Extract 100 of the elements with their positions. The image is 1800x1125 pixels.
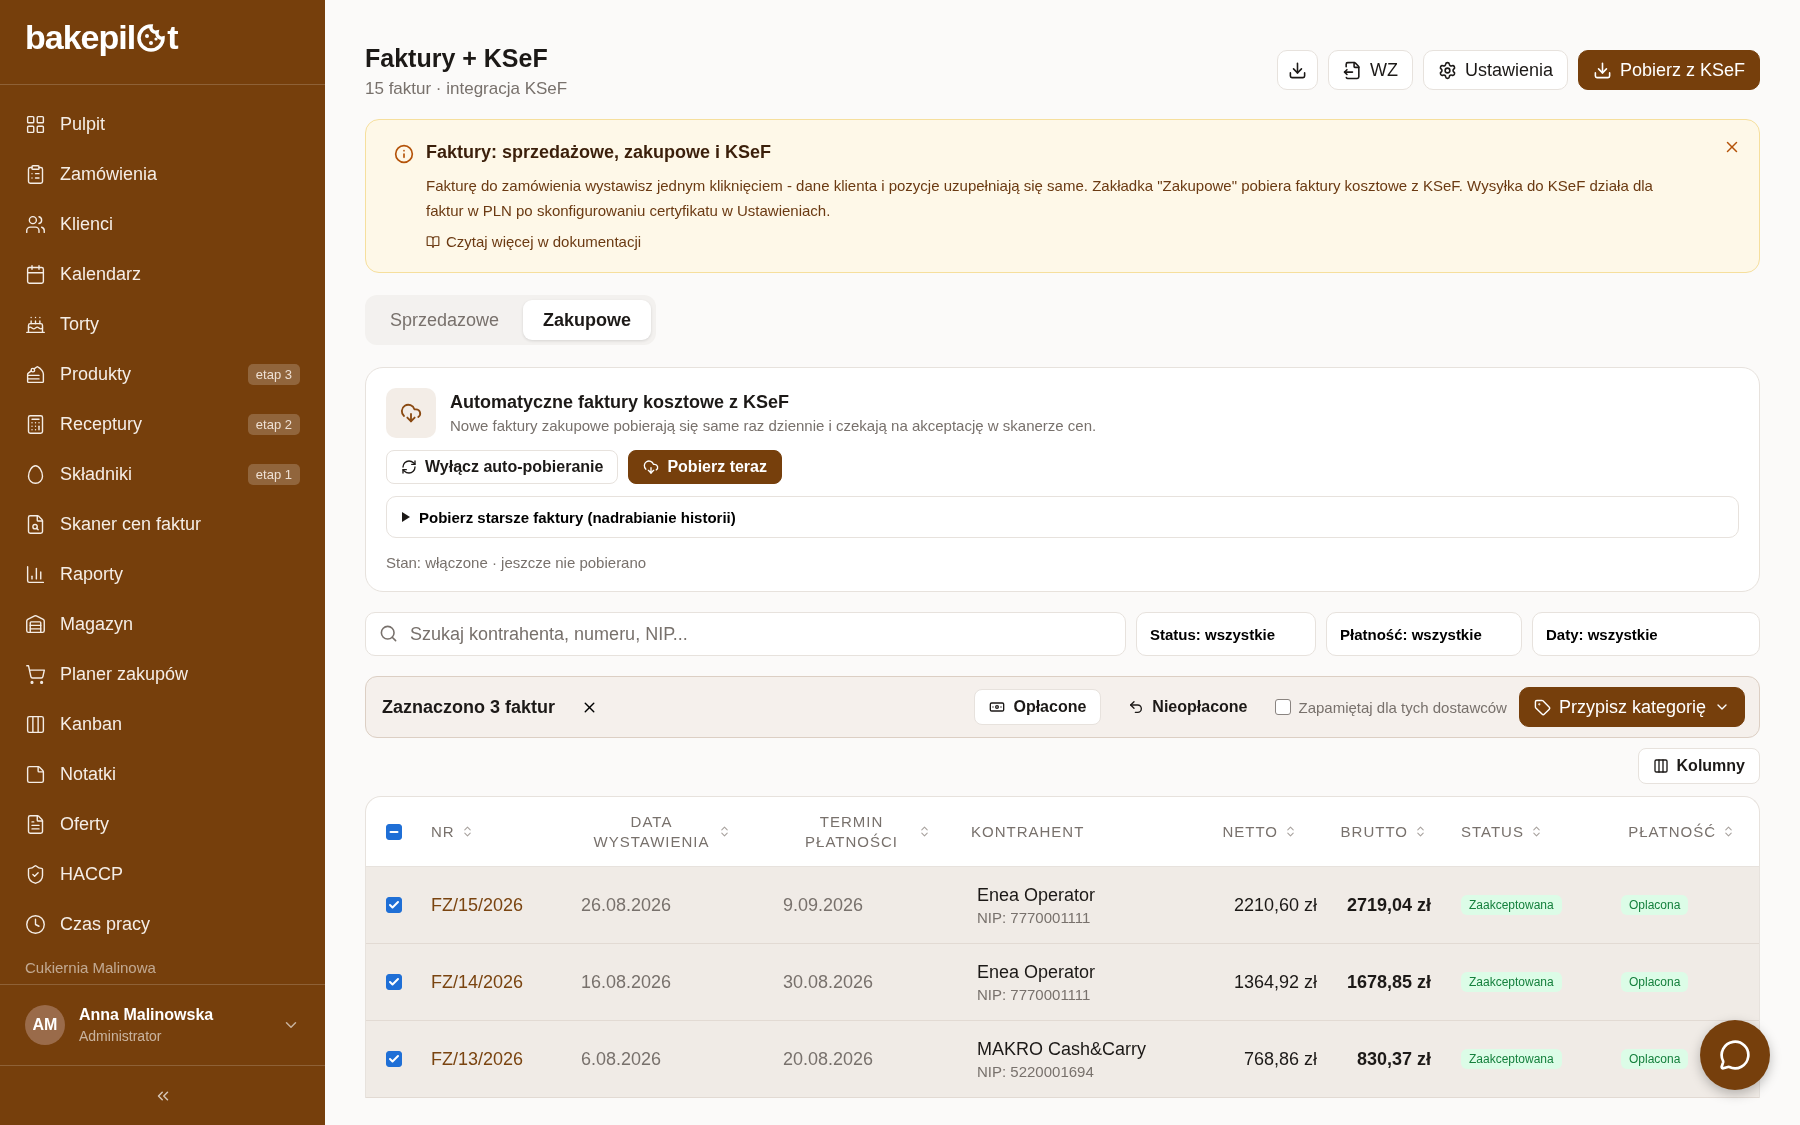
- logo-text: bakepil: [25, 18, 136, 57]
- banner-title: Faktury: sprzedażowe, zakupowe i KSeF: [426, 142, 773, 163]
- column-header: NR: [431, 821, 455, 842]
- invoice-number-link[interactable]: FZ/13/2026: [431, 1048, 524, 1070]
- document-icon: [25, 813, 46, 835]
- sidebar-item[interactable]: Planer zakupów: [0, 649, 325, 699]
- settings-icon: [1437, 60, 1457, 80]
- sidebar-item[interactable]: Kanban: [0, 699, 325, 749]
- sidebar-item[interactable]: HACCP: [0, 849, 325, 899]
- undo-icon: [1128, 699, 1145, 715]
- status-text: Stan: włączone · jeszcze nie pobierano: [386, 554, 648, 571]
- sidebar-item[interactable]: Notatki: [0, 749, 325, 799]
- row-checkbox[interactable]: [385, 1051, 402, 1067]
- sidebar-item[interactable]: Raporty: [0, 549, 325, 599]
- remember-label: Zapamiętaj dla tych dostawców: [1298, 698, 1507, 716]
- fetch-now-button[interactable]: Pobierz teraz: [628, 450, 782, 484]
- egg-icon: [25, 463, 46, 485]
- invoice-number-link[interactable]: FZ/14/2026: [431, 971, 524, 993]
- cart-icon: [25, 663, 46, 685]
- sidebar-item[interactable]: Skaner cen faktur: [0, 499, 325, 549]
- check-icon: [387, 976, 400, 988]
- sort-icon[interactable]: [1284, 825, 1297, 838]
- table-row[interactable]: FZ/13/2026 6.08.2026 20.08.2026 MAKRO Cash&Carry NIP: 5220001694 768,86 zł 830,37 zł Zaakceptowana Oplacona: [366, 1021, 1759, 1098]
- mark-unpaid-button[interactable]: Nieopłacone: [1113, 689, 1263, 725]
- select-all-checkbox[interactable]: [385, 823, 402, 840]
- cloud-download-icon: [643, 459, 660, 475]
- columns-button[interactable]: Kolumny: [1637, 748, 1760, 784]
- sidebar-item[interactable]: Składniki etap 1: [0, 449, 325, 499]
- remember-checkbox[interactable]: [1274, 699, 1291, 715]
- wz-button[interactable]: WZ: [1327, 50, 1413, 90]
- sidebar-item[interactable]: Receptury etap 2: [0, 399, 325, 449]
- calendar-icon: [25, 263, 46, 285]
- sort-icon[interactable]: [1414, 825, 1427, 838]
- triangle-icon: [401, 512, 411, 522]
- sidebar-item[interactable]: Pulpit: [0, 99, 325, 149]
- table-cell: 2719,04 zł: [1346, 894, 1431, 916]
- history-disclosure[interactable]: Pobierz starsze faktury (nadrabianie historii): [386, 496, 1739, 538]
- status-badge: Zaakceptowana: [1461, 972, 1562, 992]
- mark-paid-button[interactable]: Opłacone: [974, 689, 1102, 725]
- assign-category-button[interactable]: Przypisz kategorię: [1518, 687, 1745, 727]
- sidebar-item[interactable]: Produkty etap 3: [0, 349, 325, 399]
- row-checkbox[interactable]: [385, 974, 402, 990]
- user-role: Administrator: [79, 1028, 163, 1044]
- tab[interactable]: Sprzedazowe: [370, 300, 520, 340]
- filter-dropdown[interactable]: Daty: wszystkie: [1532, 612, 1760, 656]
- book-icon: [426, 234, 440, 249]
- payment-badge: Oplacona: [1621, 972, 1689, 992]
- card-description: Nowe faktury zakupowe pobierają się same raz dziennie i czekają na akceptację w skanerze cen.: [450, 417, 1097, 434]
- cookie-icon: [136, 22, 167, 53]
- card-title: Automatyczne faktury kosztowe z KSeF: [450, 392, 791, 413]
- clock-icon: [25, 913, 46, 935]
- sidebar-item[interactable]: Torty: [0, 299, 325, 349]
- contractor-nip: NIP: 7770001111: [977, 985, 1091, 1003]
- row-checkbox[interactable]: [385, 897, 402, 913]
- shield-check-icon: [25, 863, 46, 885]
- file-search-icon: [25, 513, 46, 535]
- banknote-icon: [989, 699, 1006, 715]
- filter-dropdown[interactable]: Status: wszystkie: [1136, 612, 1316, 656]
- stage-badge: etap 3: [247, 363, 300, 385]
- page-subtitle: 15 faktur · integracja KSeF: [365, 79, 568, 99]
- calculator-icon: [25, 413, 46, 435]
- filter-dropdown[interactable]: Płatność: wszystkie: [1326, 612, 1522, 656]
- disable-auto-fetch-button[interactable]: Wyłącz auto-pobieranie: [386, 450, 619, 484]
- payment-badge: Oplacona: [1621, 1049, 1689, 1069]
- sidebar-item[interactable]: Klienci: [0, 199, 325, 249]
- column-header: DATA WYSTAWIENIA: [592, 811, 711, 852]
- grid-icon: [25, 113, 46, 135]
- page-title: Faktury + KSeF: [365, 44, 549, 73]
- settings-button[interactable]: Ustawienia: [1422, 50, 1568, 90]
- sort-icon[interactable]: [1722, 825, 1735, 838]
- cloud-download-icon: [386, 388, 436, 438]
- info-icon: [394, 144, 414, 164]
- search-field[interactable]: Szukaj kontrahenta, numeru, NIP...: [365, 612, 1126, 656]
- table-row[interactable]: FZ/15/2026 26.08.2026 9.09.2026 Enea Operator NIP: 7770001111 2210,60 zł 2719,04 zł Zaakceptowana Oplacona: [366, 867, 1759, 944]
- documentation-link[interactable]: Czytaj więcej w dokumentacji: [426, 233, 642, 250]
- sidebar-item[interactable]: Oferty: [0, 799, 325, 849]
- sidebar-item[interactable]: Kalendarz: [0, 249, 325, 299]
- refresh-icon: [401, 459, 417, 475]
- status-badge: Zaakceptowana: [1461, 1049, 1562, 1069]
- user-menu[interactable]: AM Anna Malinowska Administrator: [0, 984, 325, 1066]
- search-icon: [379, 624, 398, 643]
- table-row[interactable]: FZ/14/2026 16.08.2026 30.08.2026 Enea Operator NIP: 7770001111 1364,92 zł 1678,85 zł Zaakceptowana Oplacona: [366, 944, 1759, 1021]
- table-cell: 16.08.2026: [581, 971, 672, 993]
- logo-text: t: [167, 18, 178, 57]
- sidebar-item[interactable]: Czas pracy: [0, 899, 325, 949]
- invoice-number-link[interactable]: FZ/15/2026: [431, 894, 524, 916]
- contractor-name: MAKRO Cash&Carry: [977, 1038, 1147, 1060]
- sidebar-item[interactable]: Magazyn: [0, 599, 325, 649]
- download-icon: [1287, 60, 1307, 80]
- column-header: PŁATNOŚĆ: [1628, 821, 1716, 842]
- warehouse-icon: [25, 613, 46, 635]
- note-icon: [25, 763, 46, 785]
- payment-badge: Oplacona: [1621, 895, 1689, 915]
- download-ksef-button[interactable]: Pobierz z KSeF: [1577, 50, 1760, 90]
- sidebar-item[interactable]: Zamówienia: [0, 149, 325, 199]
- selection-count: Zaznaczono 3 faktur: [382, 696, 556, 718]
- tab[interactable]: Zakupowe: [523, 300, 652, 340]
- download-button[interactable]: [1276, 50, 1318, 90]
- tag-icon: [1533, 698, 1551, 716]
- stage-badge: etap 2: [247, 413, 300, 435]
